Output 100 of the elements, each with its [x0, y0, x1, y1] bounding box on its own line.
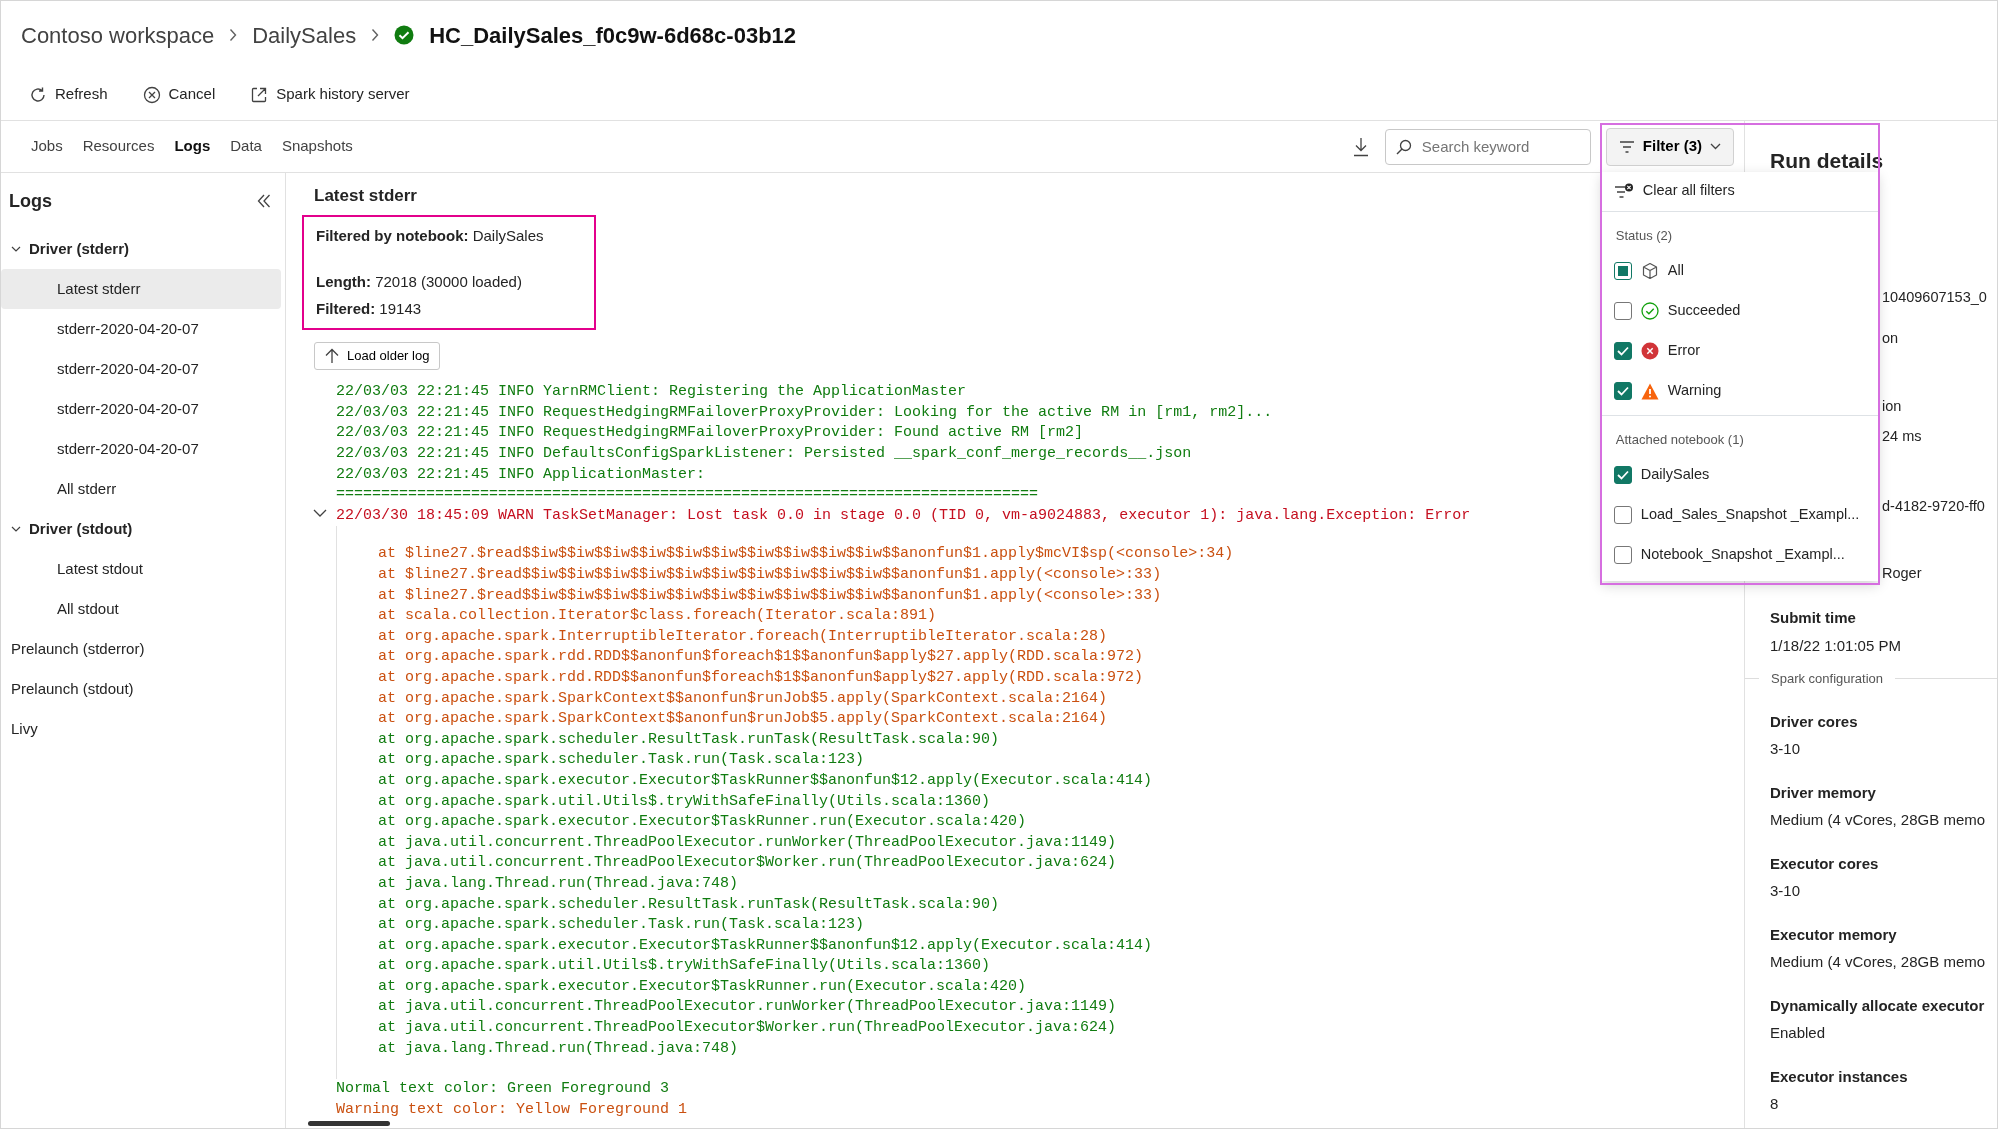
log-line: at org.apache.spark.executor.Executor$TaskRunner.run(Executor.scala:420) — [378, 976, 1027, 997]
tree-item[interactable]: stderr-2020-04-20-07 — [1, 429, 281, 469]
success-icon — [1640, 302, 1659, 320]
option-label: Error — [1667, 341, 1701, 361]
log-line: at org.apache.spark.SparkContext$$anonfun$runJob$5.apply(SparkContext.scala:2164) — [378, 709, 1108, 730]
detail-text: Roger — [1882, 564, 1923, 584]
tree-item[interactable]: Prelaunch (stdout) — [1, 669, 281, 709]
panel-title: Logs — [9, 189, 52, 213]
tree-item[interactable]: Latest stderr — [1, 269, 281, 309]
load-older-button[interactable]: Load older log — [314, 342, 441, 370]
checkmark-icon — [1616, 386, 1629, 396]
log-line: at java.lang.Thread.run(Thread.java:748) — [378, 873, 739, 894]
field-label: Dynamically allocate executor — [1770, 995, 1986, 1016]
collapse-icon[interactable] — [257, 194, 271, 208]
log-title: Latest stderr — [314, 185, 417, 207]
filter-option[interactable]: DailySales — [1601, 455, 1878, 496]
log-line: at $line27.$read$$iw$$iw$$iw$$iw$$iw$$iw$$iw$$iw$$iw$$iw$$anonfun$1.apply(<console>:33) — [378, 565, 1162, 585]
field-label: Executor instances — [1770, 1066, 1909, 1087]
log-line: at org.apache.spark.scheduler.ResultTask.runTask(ResultTask.scala:90) — [378, 894, 1000, 915]
checkbox[interactable] — [1613, 342, 1632, 360]
checkbox[interactable] — [1613, 546, 1632, 565]
external-button[interactable]: Spark history server — [240, 79, 420, 110]
checkbox[interactable] — [1613, 262, 1632, 280]
refresh-icon — [29, 85, 47, 104]
field-value: 8 — [1770, 1094, 1780, 1114]
tree-item[interactable]: stderr-2020-04-20-07 — [1, 309, 281, 349]
tree-item[interactable]: Driver (stderr) — [1, 229, 281, 269]
tree-item[interactable]: Latest stdout — [1, 549, 281, 589]
log-line: at org.apache.spark.util.Utils$.tryWithSafeFinally(Utils.scala:1360) — [378, 956, 991, 977]
detail-text: 24 ms — [1882, 426, 1923, 446]
filter-option[interactable]: Succeeded — [1601, 291, 1878, 331]
tree-item[interactable]: Prelaunch (stderror) — [1, 629, 281, 669]
breadcrumb-link[interactable]: Contoso workspace — [21, 18, 215, 52]
log-line: 22/03/03 22:21:45 INFO DefaultsConfigSparkListener: Persisted __spark_conf_merge_records__.json — [336, 444, 1192, 465]
filter-option[interactable]: All — [1601, 251, 1878, 291]
filter-option[interactable]: Error — [1601, 331, 1878, 371]
chevron-icon — [371, 28, 380, 42]
checkbox[interactable] — [1613, 302, 1632, 320]
scrollbar-thumb[interactable] — [308, 1121, 390, 1126]
filter-button[interactable]: Filter (3) — [1605, 127, 1734, 166]
tab[interactable]: Logs — [164, 120, 221, 173]
detail-text: on — [1882, 329, 1900, 349]
detail-text: ion — [1882, 397, 1903, 416]
tree-item[interactable]: stderr-2020-04-20-07 — [1, 389, 281, 429]
search-field[interactable]: Search keyword — [1384, 128, 1591, 165]
log-line: at java.util.concurrent.ThreadPoolExecutor.runWorker(ThreadPoolExecutor.java:1149) — [378, 832, 1117, 853]
run-title: HC_DailySales_f0c9w-6d68c-03b12 — [429, 21, 797, 50]
log-line: 22/03/03 22:21:45 INFO YarnRMClient: Registering the ApplicationMaster — [336, 382, 967, 403]
clear-filters-item[interactable]: Clear all filters — [1601, 171, 1878, 212]
tree-item[interactable]: stderr-2020-04-20-07 — [1, 349, 281, 389]
refresh-button[interactable]: Refresh — [19, 79, 118, 110]
log-line: at org.apache.spark.util.Utils$.tryWithSafeFinally(Utils.scala:1360) — [378, 791, 991, 812]
field-label: Driver cores — [1770, 711, 1859, 732]
cancel-icon — [142, 85, 161, 104]
checkbox[interactable] — [1613, 466, 1632, 485]
log-line: at $line27.$read$$iw$$iw$$iw$$iw$$iw$$iw$$iw$$iw$$iw$$iw$$anonfun$1.apply(<console>:33) — [378, 585, 1162, 606]
section-heading: Attached notebook (1) — [1614, 430, 1745, 449]
field-value: Medium (4 vCores, 28GB memo — [1770, 810, 1987, 830]
field-value: 1/18/22 1:01:05 PM — [1770, 635, 1902, 656]
download-icon[interactable] — [1351, 136, 1370, 157]
log-line: at org.apache.spark.scheduler.Task.run(Task.scala:123) — [378, 915, 865, 936]
tab[interactable]: Resources — [72, 120, 165, 173]
tree-item[interactable]: Livy — [1, 709, 281, 749]
checkmark-icon — [1616, 346, 1629, 356]
tab[interactable]: Snapshots — [271, 120, 363, 173]
cancel-button[interactable]: Cancel — [132, 79, 226, 110]
tab[interactable]: Jobs — [21, 120, 73, 173]
log-line: at java.lang.Thread.run(Thread.java:748) — [378, 1038, 739, 1059]
log-line: 22/03/03 22:21:45 INFO RequestHedgingRMFailoverProxyProvider: Looking for the active RM in [rm1, rm2]... — [336, 402, 1273, 423]
log-line: at $line27.$read$$iw$$iw$$iw$$iw$$iw$$iw$$iw$$iw$$iw$$iw$$anonfun$1.apply$mcVI$sp(<console>:34) — [378, 544, 1234, 565]
log-line: ============================================================================== — [336, 485, 1039, 506]
option-label: Warning — [1667, 381, 1722, 401]
arrow-up-icon — [325, 347, 339, 364]
checkbox[interactable] — [1613, 382, 1632, 400]
log-line: at java.util.concurrent.ThreadPoolExecutor.runWorker(ThreadPoolExecutor.java:1149) — [378, 997, 1117, 1018]
filter-icon — [1618, 140, 1635, 153]
summary-text: Filtered: 19143 — [316, 298, 423, 319]
filter-option[interactable]: Load_Sales_Snapshot _Exampl... — [1601, 495, 1878, 536]
log-line: at scala.collection.Iterator$class.foreach(Iterator.scala:891) — [378, 606, 937, 627]
option-label: All — [1667, 261, 1684, 281]
log-line: at org.apache.spark.executor.Executor$TaskRunner$$anonfun$12.apply(Executor.scala:414) — [378, 935, 1153, 956]
log-line: at org.apache.spark.InterruptibleIterator.foreach(InterruptibleIterator.scala:28) — [378, 626, 1108, 647]
log-line: 22/03/30 18:45:09 WARN TaskSetManager: Lost task 0.0 in stage 0.0 (TID 0, vm-a9024883, executor 1): java.lang.Exception: Error — [336, 505, 1471, 526]
filter-option[interactable]: Warning — [1601, 371, 1878, 411]
tab[interactable]: Data — [220, 120, 272, 173]
checkbox[interactable] — [1613, 506, 1632, 525]
filter-option[interactable]: Notebook_Snapshot _Exampl... — [1601, 535, 1878, 576]
log-line: Warning text color: Yellow Foreground 1 — [336, 1099, 688, 1120]
tree-item[interactable]: All stdout — [1, 589, 281, 629]
tree-item[interactable]: Driver (stdout) — [1, 509, 281, 549]
log-line: 22/03/03 22:21:45 INFO RequestHedgingRMFailoverProxyProvider: Found active RM [rm2] — [336, 423, 1084, 444]
search-icon — [1395, 138, 1412, 155]
detail-text: d-4182-9720-ff0 — [1882, 496, 1986, 516]
log-line: at org.apache.spark.scheduler.Task.run(Task.scala:123) — [378, 750, 865, 771]
checkmark-icon — [1616, 470, 1629, 481]
clear-filter-icon — [1613, 183, 1634, 199]
field-value: 3-10 — [1770, 881, 1802, 901]
tree-item[interactable]: All stderr — [1, 469, 281, 509]
field-value: 3-10 — [1770, 739, 1802, 759]
breadcrumb-link[interactable]: DailySales — [252, 18, 357, 52]
